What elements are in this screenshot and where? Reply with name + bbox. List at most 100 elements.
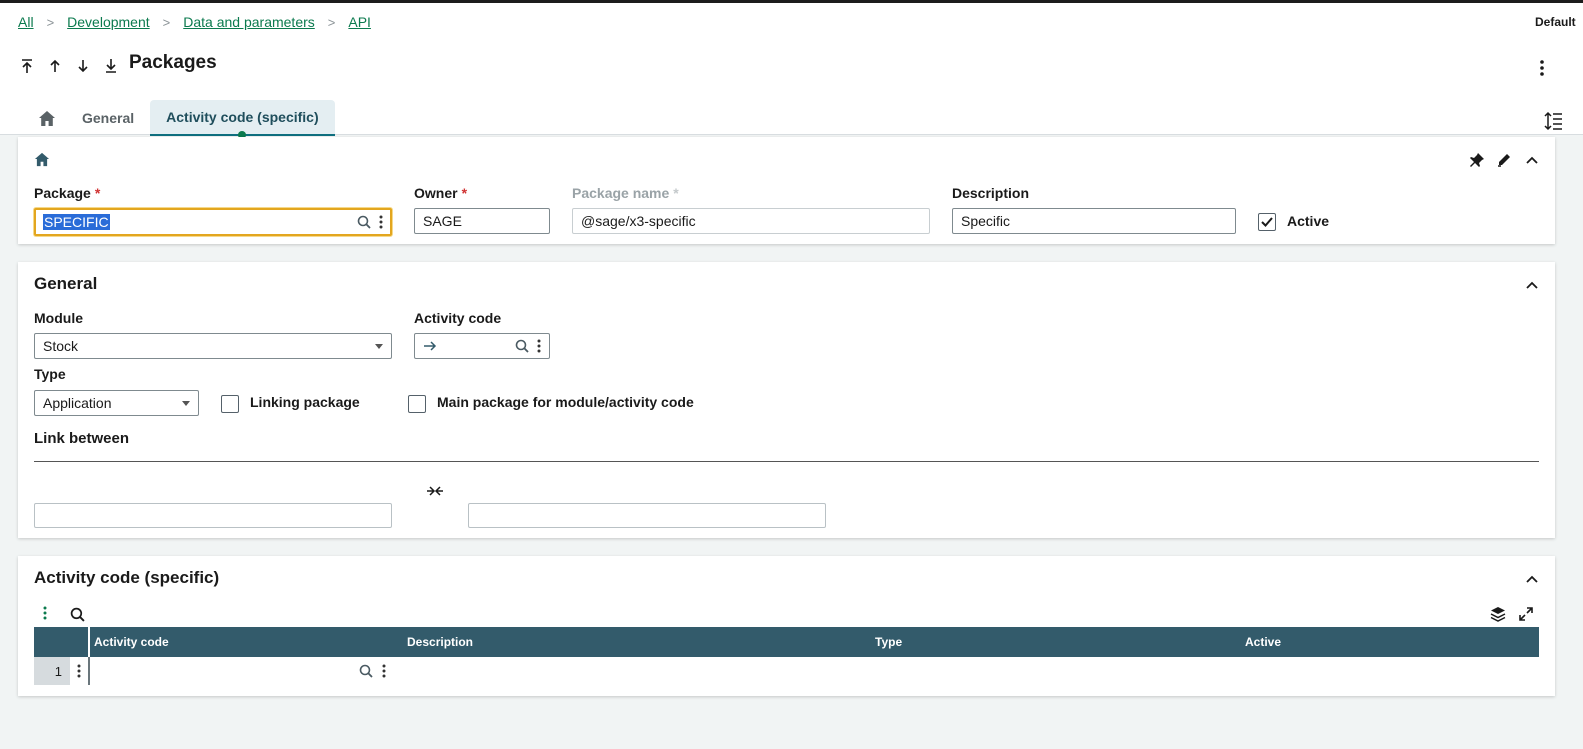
column-header-type[interactable]: Type [869, 627, 1239, 657]
general-section-title: General [34, 274, 98, 293]
breadcrumb-separator: > [162, 14, 171, 30]
tab-general[interactable]: General [66, 100, 150, 136]
package-search-button[interactable] [357, 215, 371, 229]
general-card: General Module Stock Activity code Type … [18, 262, 1555, 538]
page-menu-button[interactable] [1533, 56, 1551, 80]
linking-package-checkbox[interactable] [221, 395, 239, 413]
link-between-label: Link between [34, 430, 130, 447]
kebab-icon [537, 339, 541, 353]
grid-header-corner [34, 627, 88, 657]
cell-menu-button[interactable] [382, 664, 386, 678]
record-navigation [16, 55, 122, 77]
kebab-icon [43, 606, 47, 620]
row-number: 1 [34, 657, 70, 685]
chevron-down-icon [182, 400, 190, 406]
cell-search-button[interactable] [359, 664, 373, 678]
activity-code-menu-button[interactable] [537, 339, 541, 353]
previous-record-button[interactable] [44, 55, 66, 77]
page-title: Packages [129, 52, 217, 73]
collapse-package-button[interactable] [1523, 151, 1541, 169]
activity-code-cell[interactable] [90, 657, 390, 685]
divider [34, 461, 1539, 462]
tab-bar: General Activity code (specific) [28, 100, 335, 139]
pencil-icon [1498, 154, 1510, 167]
package-name-label: Package name * [572, 185, 679, 201]
module-value: Stock [43, 338, 79, 354]
breadcrumb-development[interactable]: Development [67, 14, 150, 30]
type-value: Application [43, 395, 112, 411]
column-header-activity-code[interactable]: Activity code [88, 627, 401, 657]
table-row: 1 [34, 657, 1539, 685]
collapse-general-button[interactable] [1523, 276, 1541, 294]
first-record-button[interactable] [16, 55, 38, 77]
type-label: Type [34, 366, 66, 382]
linking-package-label: Linking package [250, 394, 360, 410]
description-input[interactable]: Specific [952, 208, 1236, 234]
activity-code-search-button[interactable] [515, 339, 529, 353]
breadcrumb-all[interactable]: All [18, 14, 34, 30]
package-menu-button[interactable] [379, 215, 383, 229]
description-value: Specific [961, 213, 1011, 229]
kebab-icon [379, 215, 383, 229]
arrow-up-icon [50, 59, 60, 72]
chevron-up-icon [1526, 156, 1538, 164]
default-label[interactable]: Default [1535, 15, 1583, 29]
search-icon [359, 664, 373, 678]
active-label: Active [1287, 213, 1330, 229]
owner-input[interactable]: SAGE [414, 208, 550, 234]
grid-search-button[interactable] [69, 606, 85, 622]
tab-home[interactable] [28, 100, 66, 136]
arrow-to-top-icon [22, 59, 32, 73]
search-icon [515, 339, 529, 353]
breadcrumb-separator: > [327, 14, 336, 30]
next-record-button[interactable] [72, 55, 94, 77]
edit-button[interactable] [1495, 151, 1513, 169]
owner-label: Owner * [414, 185, 468, 201]
package-name-input[interactable]: @sage/x3-specific [572, 208, 930, 234]
link-between-to-input[interactable] [468, 503, 826, 528]
pin-icon [1470, 153, 1484, 167]
breadcrumb: All > Development > Data and parameters … [18, 14, 371, 30]
breadcrumb-api[interactable]: API [348, 14, 371, 30]
main-package-label: Main package for module/activity code [437, 394, 694, 410]
expand-icon [1519, 607, 1533, 621]
pin-button[interactable] [1468, 151, 1486, 169]
tab-activity-code-specific[interactable]: Activity code (specific) [150, 100, 335, 139]
package-label: Package * [34, 185, 101, 201]
row-menu-button[interactable] [70, 657, 88, 685]
chevron-up-icon [1526, 575, 1538, 583]
arrow-right-icon [424, 341, 437, 351]
activity-code-input[interactable] [414, 333, 550, 359]
column-header-description[interactable]: Description [401, 627, 869, 657]
description-label: Description [952, 185, 1030, 201]
home-icon [39, 110, 55, 126]
activity-code-label: Activity code [414, 310, 502, 326]
main-package-checkbox[interactable] [408, 395, 426, 413]
owner-value: SAGE [423, 213, 462, 229]
kebab-icon [382, 664, 386, 678]
module-select[interactable]: Stock [34, 333, 392, 359]
line-spacing-button[interactable] [1544, 111, 1564, 131]
kebab-icon [77, 664, 81, 678]
line-spacing-icon [1544, 111, 1562, 131]
search-icon [357, 215, 371, 229]
grid-expand-button[interactable] [1517, 605, 1535, 623]
link-between-from-input[interactable] [34, 503, 392, 528]
grid-menu-button[interactable] [40, 605, 50, 621]
arrow-to-bottom-icon [106, 59, 116, 73]
chevron-up-icon [1526, 281, 1538, 289]
checkmark-icon [1261, 217, 1273, 227]
column-header-active[interactable]: Active [1239, 627, 1539, 657]
page-header: All > Development > Data and parameters … [0, 3, 1583, 139]
last-record-button[interactable] [100, 55, 122, 77]
grid-header: Activity code Description Type Active [34, 627, 1539, 657]
breadcrumb-separator: > [46, 14, 55, 30]
breadcrumb-data-and-parameters[interactable]: Data and parameters [183, 14, 315, 30]
active-checkbox[interactable] [1258, 213, 1276, 231]
grid-layers-button[interactable] [1489, 605, 1507, 623]
package-value: SPECIFIC [43, 214, 110, 230]
link-swap-button[interactable] [426, 484, 444, 498]
collapse-activity-code-button[interactable] [1523, 570, 1541, 588]
package-input[interactable]: SPECIFIC [34, 208, 392, 236]
type-select[interactable]: Application [34, 390, 199, 416]
